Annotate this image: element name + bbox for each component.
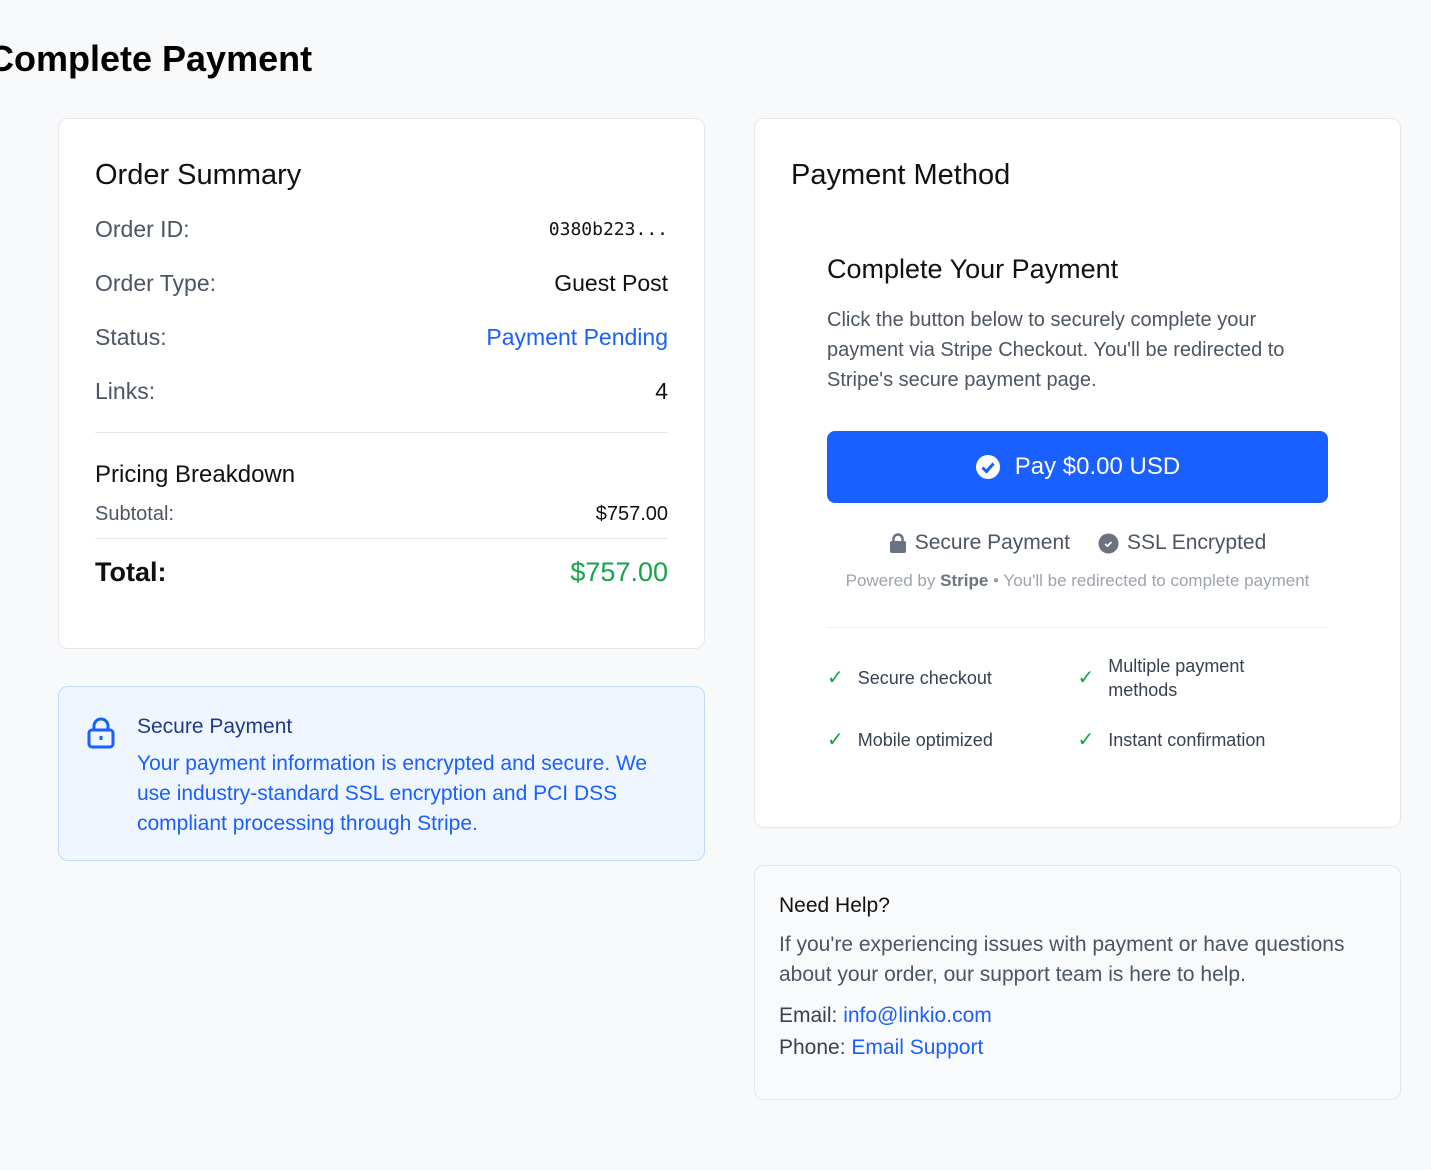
secure-payment-notice: Secure Payment Your payment information … [58, 686, 705, 861]
help-phone: Phone: Email Support [779, 1036, 1376, 1060]
pay-button-label: Pay $0.00 USD [1014, 453, 1181, 480]
secure-payment-badge: Secure Payment [889, 531, 1070, 555]
stripe-brand: Stripe [940, 571, 989, 590]
powered-by: Powered by Stripe • You'll be redirected… [827, 571, 1328, 591]
divider [95, 432, 668, 433]
check-icon: ✓ [1077, 729, 1095, 751]
check-icon: ✓ [827, 729, 844, 751]
ssl-badge-label: SSL Encrypted [1126, 531, 1267, 554]
feature-label: Instant confirmation [1108, 730, 1266, 750]
payment-method-title: Payment Method [791, 159, 1011, 191]
secure-title: Secure Payment [137, 715, 293, 738]
page-title: Complete Payment [0, 38, 313, 79]
check-icon: ✓ [1077, 667, 1095, 689]
secure-text: Your payment information is encrypted an… [137, 752, 648, 835]
pricing-title: Pricing Breakdown [95, 461, 296, 488]
order-summary-title: Order Summary [95, 159, 302, 191]
feature-label: Secure checkout [857, 668, 992, 688]
feature-label: Mobile optimized [857, 730, 993, 750]
total-label: Total: [95, 557, 167, 587]
pay-button[interactable]: Pay $0.00 USD [827, 431, 1328, 503]
secure-payment-badge-label: Secure Payment [914, 531, 1070, 554]
email-label: Email: [779, 1004, 838, 1027]
check-circle-icon [975, 455, 1000, 479]
email-link[interactable]: info@linkio.com [843, 1004, 992, 1027]
payment-method-card: Payment Method Complete Your Payment Cli… [754, 118, 1401, 828]
feature-list: ✓ Secure checkout ✓ Multiple payment metho… [827, 627, 1328, 762]
links-row: Links: 4 [95, 364, 668, 418]
feature-item: ✓ Mobile optimized [827, 718, 1078, 762]
powered-suffix: • You'll be redirected to complete payme… [993, 571, 1310, 590]
status-row: Status: Payment Pending [95, 310, 668, 364]
order-id-label: Order ID: [95, 215, 190, 242]
email-support-link[interactable]: Email Support [851, 1036, 983, 1059]
phone-label: Phone: [779, 1036, 846, 1059]
feature-item: ✓ Secure checkout [827, 654, 1078, 702]
powered-prefix: Powered by [845, 571, 936, 590]
order-type-value: Guest Post [554, 269, 668, 296]
subtotal-row: Subtotal: $757.00 [95, 503, 668, 538]
lock-icon [889, 533, 906, 553]
shield-check-icon [1098, 533, 1119, 553]
order-type-label: Order Type: [95, 269, 217, 296]
order-id-row: Order ID: 0380b223... [95, 202, 668, 256]
links-label: Links: [95, 377, 156, 404]
complete-payment-heading: Complete Your Payment [827, 254, 1119, 284]
order-type-row: Order Type: Guest Post [95, 256, 668, 310]
order-summary-card: Order Summary Order ID: 0380b223... Order… [58, 118, 705, 649]
subtotal-value: $757.00 [595, 503, 668, 525]
total-row: Total: $757.00 [95, 539, 668, 588]
status-badge: Payment Pending [486, 323, 668, 350]
feature-item: ✓ Multiple payment methods [1078, 654, 1329, 702]
help-text: If you're experiencing issues with payme… [779, 933, 1345, 986]
feature-item: ✓ Instant confirmation [1078, 718, 1329, 762]
feature-label: Multiple payment methods [1108, 656, 1245, 700]
ssl-badge: SSL Encrypted [1098, 531, 1266, 555]
lock-icon [87, 717, 115, 749]
order-id-value: 0380b223... [548, 218, 668, 240]
subtotal-label: Subtotal: [95, 503, 174, 525]
help-email: Email: info@linkio.com [779, 1004, 1376, 1028]
check-icon: ✓ [827, 667, 844, 689]
links-value: 4 [655, 377, 668, 404]
total-value: $757.00 [570, 557, 668, 587]
status-label: Status: [95, 323, 167, 350]
help-card: Need Help? If you're experiencing issues… [754, 865, 1401, 1100]
payment-description: Click the button below to securely compl… [827, 309, 1285, 391]
help-title: Need Help? [779, 894, 890, 917]
